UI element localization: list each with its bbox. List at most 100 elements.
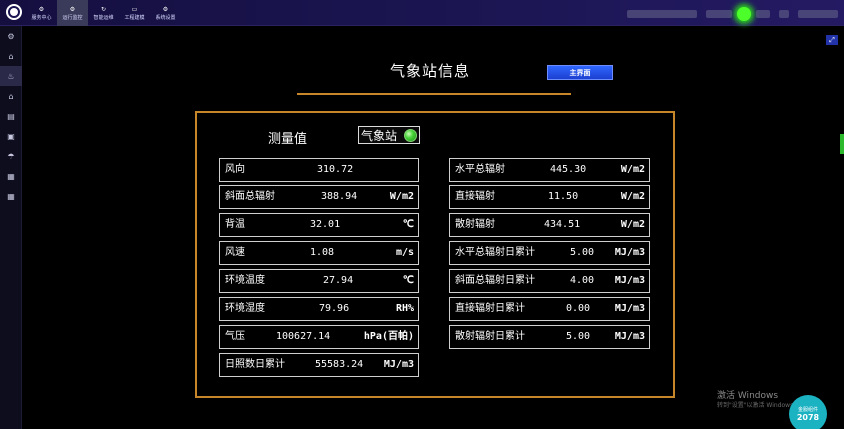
main-nav: ⚙ 服务中心 ⚙ 运行监控 ↻ 智能运维 ▭ 工程建模 ⚙ 系统设置 xyxy=(26,0,181,26)
blurred-icon[interactable] xyxy=(756,10,770,18)
measurement-unit: MJ/m3 xyxy=(614,275,645,286)
sidebar-item-table[interactable]: ▦ xyxy=(0,166,22,186)
measurement-row: 环境湿度 79.96 RH% xyxy=(219,297,419,321)
measurement-label: 斜面总辐射日累计 xyxy=(455,275,535,286)
umbrella-icon: ☂ xyxy=(7,151,15,161)
top-nav-bar: ⚙ 服务中心 ⚙ 运行监控 ↻ 智能运维 ▭ 工程建模 ⚙ 系统设置 xyxy=(0,0,844,26)
measurement-row: 水平总辐射日累计 5.00 MJ/m3 xyxy=(449,241,650,265)
nav-label: 工程建模 xyxy=(124,14,145,21)
measurement-value: 32.01 xyxy=(310,219,341,230)
refresh-icon: ↻ xyxy=(100,5,107,13)
nav-label: 系统设置 xyxy=(155,14,176,21)
floating-widget-button[interactable]: 金服组件 2078 xyxy=(789,395,827,429)
activation-watermark-sub: 转到"设置"以激活 Windows xyxy=(717,402,794,409)
page-title: 气象站信息 xyxy=(390,62,471,80)
measurement-row: 直接辐射 11.50 W/m2 xyxy=(449,185,650,209)
list-icon: ▤ xyxy=(7,111,15,121)
measurement-unit: m/s xyxy=(395,247,414,258)
blurred-icon[interactable] xyxy=(779,10,789,18)
nav-smart-ops[interactable]: ↻ 智能运维 xyxy=(88,0,119,26)
nav-label: 服务中心 xyxy=(31,14,52,21)
measurement-label: 斜面总辐射 xyxy=(225,191,275,202)
measurement-label: 风速 xyxy=(225,247,245,258)
measurement-label: 水平总辐射 xyxy=(455,164,505,175)
sidebar-item-umbrella[interactable]: ☂ xyxy=(0,146,22,166)
measurement-label: 水平总辐射日累计 xyxy=(455,247,535,258)
nav-modeling[interactable]: ▭ 工程建模 xyxy=(119,0,150,26)
measurement-unit: ℃ xyxy=(402,275,414,286)
gear-icon: ⚙ xyxy=(69,5,76,13)
station-selector[interactable]: 气象站 xyxy=(358,126,420,144)
measurement-value: 310.72 xyxy=(317,164,354,175)
sidebar-item-home[interactable]: ⌂ xyxy=(0,46,22,66)
top-right-status xyxy=(627,7,838,21)
measurement-label: 直接辐射日累计 xyxy=(455,303,525,314)
measurement-value: 79.96 xyxy=(319,303,350,314)
measurement-unit: W/m2 xyxy=(620,191,645,202)
sidebar-item-station[interactable]: ⌂ xyxy=(0,86,22,106)
home-icon: ⌂ xyxy=(8,51,14,61)
gear-icon: ⚙ xyxy=(7,31,15,41)
status-ok-icon xyxy=(404,129,417,142)
sidebar-item-report[interactable]: ▣ xyxy=(0,126,22,146)
measurement-unit: W/m2 xyxy=(389,191,414,202)
measurement-value: 1.08 xyxy=(310,247,335,258)
measurement-row: 直接辐射日累计 0.00 MJ/m3 xyxy=(449,297,650,321)
app-logo-icon[interactable] xyxy=(6,4,22,20)
measurement-label: 气压 xyxy=(225,331,245,342)
measurement-value: 434.51 xyxy=(544,219,581,230)
report-icon: ▣ xyxy=(7,131,15,141)
table-icon: ▦ xyxy=(7,171,15,181)
measurement-row: 斜面总辐射日累计 4.00 MJ/m3 xyxy=(449,269,650,293)
measurement-value: 4.00 xyxy=(570,275,595,286)
measurement-label: 风向 xyxy=(225,164,245,175)
sidebar-item-grid[interactable]: ▦ xyxy=(0,186,22,206)
measurement-unit: RH% xyxy=(395,303,414,314)
sidebar-item-weather[interactable]: ♨ xyxy=(0,66,22,86)
measurement-unit: MJ/m3 xyxy=(383,359,414,370)
measurement-label: 日照数日累计 xyxy=(225,359,285,370)
fullscreen-icon[interactable]: ⤢ xyxy=(826,35,838,45)
widget-number: 2078 xyxy=(796,413,820,422)
measurement-row: 背温 32.01 ℃ xyxy=(219,213,419,237)
left-sidebar: ⚙ ⌂ ♨ ⌂ ▤ ▣ ☂ ▦ ▦ xyxy=(0,26,22,429)
measurement-unit: hPa(百帕) xyxy=(363,331,414,342)
station-label: 气象站 xyxy=(361,128,398,143)
measurement-unit: MJ/m3 xyxy=(614,331,645,342)
measurement-row: 水平总辐射 445.30 W/m2 xyxy=(449,158,650,182)
measurement-label: 环境湿度 xyxy=(225,303,265,314)
measurement-unit: ℃ xyxy=(402,219,414,230)
measurement-row: 散射辐射日累计 5.00 MJ/m3 xyxy=(449,325,650,349)
measurement-label: 直接辐射 xyxy=(455,191,495,202)
blurred-info xyxy=(706,10,732,18)
nav-service-center[interactable]: ⚙ 服务中心 xyxy=(26,0,57,26)
measurement-row: 环境温度 27.94 ℃ xyxy=(219,269,419,293)
measurement-label: 散射辐射日累计 xyxy=(455,331,525,342)
measurement-unit: W/m2 xyxy=(620,219,645,230)
nav-run-monitor[interactable]: ⚙ 运行监控 xyxy=(57,0,88,26)
measurement-label: 背温 xyxy=(225,219,245,230)
home-button[interactable]: 主界面 xyxy=(547,65,613,80)
measurement-value: 100627.14 xyxy=(276,331,331,342)
measurement-row: 斜面总辐射 388.94 W/m2 xyxy=(219,185,419,209)
measurement-value: 55583.24 xyxy=(315,359,364,370)
measurement-unit: MJ/m3 xyxy=(614,303,645,314)
measurement-value: 0.00 xyxy=(566,303,591,314)
side-collapse-handle[interactable] xyxy=(840,134,844,154)
weather-icon: ♨ xyxy=(7,71,15,81)
sidebar-item-settings[interactable]: ⚙ xyxy=(0,26,22,46)
home-icon: ⌂ xyxy=(8,91,14,101)
measurement-unit: W/m2 xyxy=(620,164,645,175)
measurement-value: 388.94 xyxy=(321,191,358,202)
grid-icon: ▦ xyxy=(7,191,15,201)
measurement-value: 5.00 xyxy=(570,247,595,258)
sidebar-item-list[interactable]: ▤ xyxy=(0,106,22,126)
widget-title: 金服组件 xyxy=(797,407,818,413)
blurred-datetime xyxy=(798,10,838,18)
measurement-value: 445.30 xyxy=(550,164,587,175)
measurement-row: 气压 100627.14 hPa(百帕) xyxy=(219,325,419,349)
measurement-value: 27.94 xyxy=(323,275,354,286)
nav-settings[interactable]: ⚙ 系统设置 xyxy=(150,0,181,26)
measurement-label: 散射辐射 xyxy=(455,219,495,230)
measurement-row: 散射辐射 434.51 W/m2 xyxy=(449,213,650,237)
